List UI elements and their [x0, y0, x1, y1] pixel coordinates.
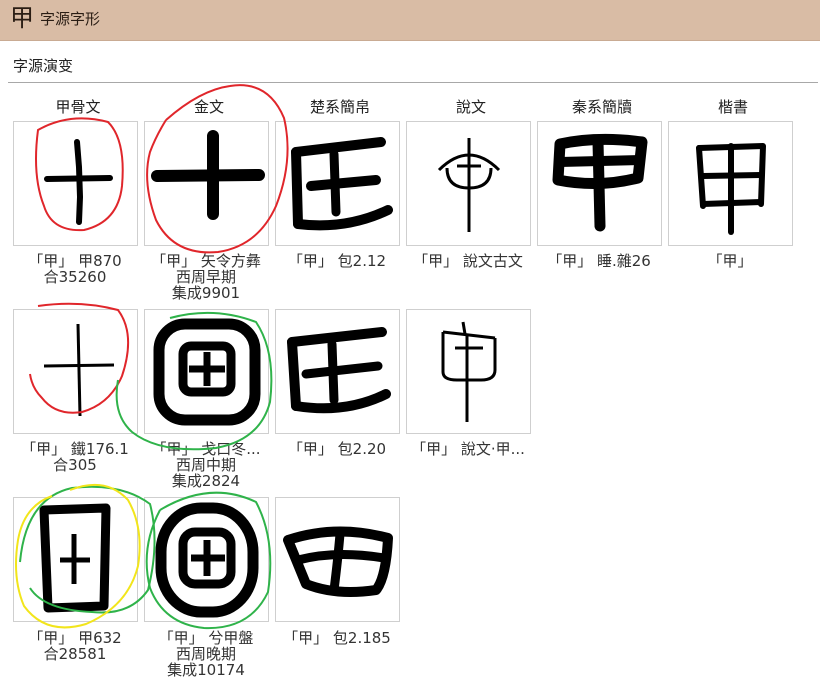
bronze-round-cross-icon: [155, 502, 259, 618]
glyph-cell-bronze-3[interactable]: [144, 497, 269, 622]
kaishu-jia-icon: [696, 143, 766, 235]
chu-jia-flat-icon: [283, 526, 393, 597]
glyph-cell-qin-1[interactable]: [537, 121, 662, 246]
column-kaishu: 楷書: [717, 98, 748, 116]
glyph-cell-oracle-3[interactable]: [13, 497, 138, 622]
qin-jia-icon: [552, 133, 648, 232]
glyph-caption: 「甲」 矢令方彝 西周早期 集成9901: [151, 252, 261, 302]
header-bar: 甲 字源字形: [0, 0, 820, 41]
glyph-cell-chu-3[interactable]: [275, 497, 400, 622]
glyph-cell-kaishu-1[interactable]: [668, 121, 793, 246]
glyph-cell-oracle-2[interactable]: [13, 309, 138, 434]
glyph-caption: 「甲」 說文·甲...: [411, 440, 525, 458]
header-title: 字源字形: [40, 10, 101, 28]
glyph-caption: 「甲」 戈口冬... 西周中期 集成2824: [151, 440, 261, 490]
section-divider: [8, 82, 818, 83]
column-oracle: 甲骨文: [55, 98, 101, 116]
bronze-boxed-cross-icon: [153, 318, 261, 426]
header-char: 甲: [10, 4, 34, 32]
glyph-caption: 「甲」 鐵176.1 合305: [21, 440, 129, 474]
glyph-caption: 「甲」 包2.185: [283, 629, 391, 647]
chu-jia-icon: [291, 137, 393, 231]
column-chu: 楚系簡帛: [309, 98, 370, 116]
glyph-cell-oracle-1[interactable]: [13, 121, 138, 246]
glyph-cell-shuowen-2[interactable]: [406, 309, 531, 434]
glyph-caption: 「甲」 包2.12: [287, 252, 387, 270]
column-bronze: 金文: [193, 98, 224, 116]
column-shuowen: 說文: [455, 98, 486, 116]
glyph-cell-bronze-2[interactable]: [144, 309, 269, 434]
shuowen-jia-icon: [437, 138, 501, 232]
glyph-caption: 「甲」 說文古文: [413, 252, 523, 270]
section-label: 字源演变: [13, 57, 74, 75]
glyph-caption: 「甲」 兮甲盤 西周晚期 集成10174: [158, 629, 254, 679]
glyph-cell-bronze-1[interactable]: [144, 121, 269, 246]
chu-jia-variant-icon: [287, 327, 391, 414]
bronze-cross-icon: [151, 130, 265, 220]
oracle-boxed-cross-icon: [39, 503, 111, 613]
glyph-cell-chu-1[interactable]: [275, 121, 400, 246]
oracle-cross-thin-icon: [43, 323, 115, 417]
glyph-caption: 「甲」 包2.20: [287, 440, 387, 458]
glyph-caption: 「甲」 甲632 合28581: [28, 629, 122, 663]
glyph-caption: 「甲」: [707, 252, 753, 270]
glyph-caption: 「甲」 睡.雜26: [547, 252, 651, 270]
glyph-cell-chu-2[interactable]: [275, 309, 400, 434]
oracle-cross-tall-icon: [44, 139, 113, 225]
shuowen-jia-variant-icon: [441, 321, 497, 422]
glyph-cell-shuowen-1[interactable]: [406, 121, 531, 246]
column-qin: 秦系簡牘: [571, 98, 632, 116]
glyph-caption: 「甲」 甲870 合35260: [28, 252, 122, 286]
